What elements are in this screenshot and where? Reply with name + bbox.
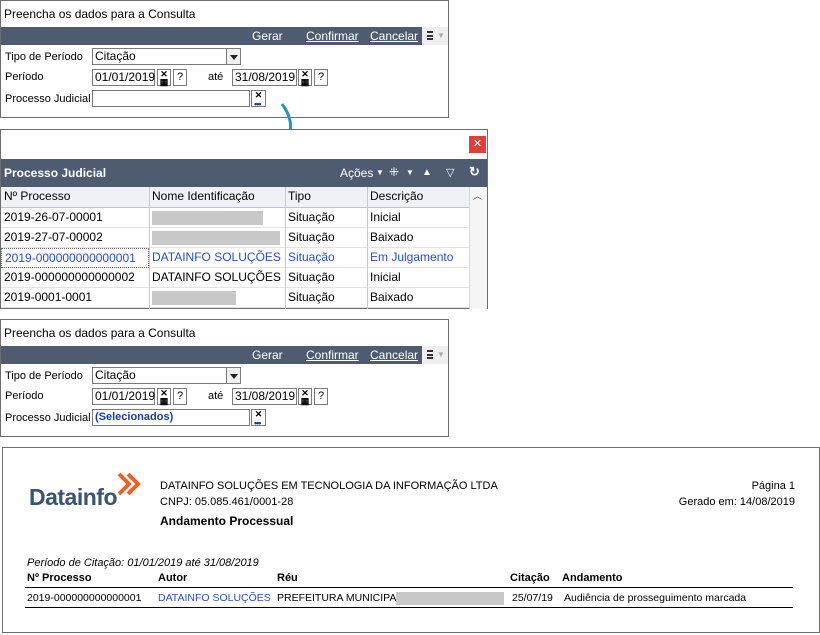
menu-icon[interactable]: ▼ (422, 346, 448, 364)
row-autor: DATAINFO SOLUÇÕES (158, 592, 271, 604)
ate-label: até (208, 71, 224, 83)
col-header-reu: Réu (277, 572, 298, 584)
report-preview: Datainfo DATAINFO SOLUÇÕES EM TECNOLOGIA… (2, 447, 820, 633)
scroll-up-icon[interactable]: ︿ (473, 189, 482, 202)
col-header-processo: Nº Processo (27, 572, 92, 584)
generated-date: Gerado em: 14/08/2019 (678, 496, 795, 508)
column-divider (149, 187, 150, 309)
column-divider (285, 187, 286, 309)
tipo-periodo-select[interactable]: Citação (92, 367, 227, 384)
lookup-icon[interactable]: ✕ ••• (251, 409, 266, 428)
header-rule (25, 587, 793, 588)
chevron-down-icon[interactable]: ▼ (376, 168, 384, 177)
clear-calendar-icon[interactable]: ✕ ▦ (298, 388, 312, 406)
date-to-input[interactable]: 31/08/2019 (232, 69, 297, 86)
processo-judicial-input[interactable] (92, 90, 250, 107)
help-button[interactable]: ? (314, 388, 328, 405)
gerar-button[interactable]: Gerar (252, 29, 283, 43)
tipo-periodo-select[interactable]: Citação (92, 48, 227, 65)
processo-judicial-input[interactable]: (Selecionados) (92, 409, 250, 426)
date-to-input[interactable]: 31/08/2019 (232, 388, 297, 405)
filter-icon[interactable]: ⁜ (389, 165, 399, 179)
cancelar-button[interactable]: Cancelar (370, 29, 418, 43)
redacted-box (152, 231, 280, 245)
periodo-label: Período (5, 390, 44, 402)
date-from-input[interactable]: 01/01/2019 (92, 69, 155, 86)
page-number: Página 1 (751, 480, 795, 492)
tipo-periodo-label: Tipo de Período (5, 51, 83, 63)
help-button[interactable]: ? (314, 69, 328, 86)
funnel-icon[interactable]: ▽ (446, 166, 454, 179)
col-header-andamento: Andamento (562, 572, 623, 584)
company-name: DATAINFO SOLUÇÕES EM TECNOLOGIA DA INFOR… (160, 480, 498, 492)
report-title: Andamento Processual (160, 514, 294, 528)
form-title: Preencha os dados para a Consulta (4, 326, 196, 340)
consulta-form-panel-2: Preencha os dados para a Consulta Gerar … (0, 319, 449, 437)
confirmar-button[interactable]: Confirmar (306, 348, 359, 362)
col-header-processo[interactable]: Nº Processo (1, 187, 149, 207)
chevron-down-icon[interactable]: ▼ (406, 168, 414, 177)
scrollbar[interactable]: ︿ (469, 187, 487, 309)
processo-judicial-label: Processo Judicial (5, 93, 91, 105)
col-header-descricao[interactable]: Descrição (367, 187, 469, 207)
help-button[interactable]: ? (173, 69, 187, 86)
datainfo-logo: Datainfo (29, 484, 118, 510)
row-rule (25, 607, 793, 608)
table-row-selected[interactable]: 2019-000000000000001 DATAINFO SOLUÇÕES S… (1, 248, 469, 268)
column-divider (367, 187, 368, 309)
redacted-box (396, 592, 504, 605)
processo-judicial-grid-panel: ✕ Processo Judicial Ações ▼ ⁜ ▼ ▲ ▽ ↻ Nº… (0, 129, 488, 309)
form-toolbar: Gerar Confirmar Cancelar ▼ (1, 346, 448, 364)
refresh-icon[interactable]: ↻ (469, 164, 480, 180)
triangle-up-icon[interactable]: ▲ (422, 167, 432, 178)
cancelar-button[interactable]: Cancelar (370, 348, 418, 362)
grid-toolbar: Processo Judicial Ações ▼ ⁜ ▼ ▲ ▽ ↻ (1, 159, 487, 187)
redacted-box (152, 291, 236, 305)
table-row[interactable]: 2019-26-07-00001 Situação Inicial (1, 208, 469, 228)
form-toolbar: Gerar Confirmar Cancelar ▼ (1, 27, 448, 45)
clear-calendar-icon[interactable]: ✕ ▦ (157, 388, 171, 406)
consulta-form-panel-1: Preencha os dados para a Consulta Gerar … (0, 0, 449, 118)
grid-title: Processo Judicial (4, 166, 107, 180)
chevron-down-icon[interactable] (226, 367, 241, 384)
help-button[interactable]: ? (173, 388, 187, 405)
table-row[interactable]: 2019-0001-0001 Situação Baixado (1, 288, 469, 308)
chevron-down-icon[interactable] (226, 48, 241, 65)
gerar-button[interactable]: Gerar (252, 348, 283, 362)
menu-icon[interactable]: ▼ (422, 27, 448, 45)
row-processo: 2019-000000000000001 (27, 592, 142, 604)
confirmar-button[interactable]: Confirmar (306, 29, 359, 43)
col-header-autor: Autor (158, 572, 188, 584)
col-header-tipo[interactable]: Tipo (285, 187, 367, 207)
logo-chevrons-icon (117, 472, 141, 496)
grid-header: Nº Processo Nome Identificação Tipo Desc… (1, 187, 469, 208)
close-icon[interactable]: ✕ (469, 136, 486, 153)
redacted-box (152, 211, 263, 225)
form-title: Preencha os dados para a Consulta (4, 7, 196, 21)
clear-calendar-icon[interactable]: ✕ ▦ (298, 69, 312, 87)
col-header-nome[interactable]: Nome Identificação (149, 187, 285, 207)
date-from-input[interactable]: 01/01/2019 (92, 388, 155, 405)
table-row[interactable]: 2019-000000000000002 DATAINFO SOLUÇÕES S… (1, 268, 469, 288)
tipo-periodo-label: Tipo de Período (5, 370, 83, 382)
acoes-menu[interactable]: Ações (340, 166, 373, 180)
ate-label: até (208, 390, 224, 402)
clear-calendar-icon[interactable]: ✕ ▦ (157, 69, 171, 87)
row-andamento: Audiência de prosseguimento marcada (564, 592, 747, 604)
col-header-citacao: Citação (510, 572, 550, 584)
row-citacao: 25/07/19 (512, 592, 553, 604)
row-reu: PREFEITURA MUNICIPAL (277, 592, 403, 604)
table-row[interactable]: 2019-27-07-00002 Situação Baixado (1, 228, 469, 248)
processo-judicial-label: Processo Judicial (5, 412, 91, 424)
periodo-label: Período (5, 71, 44, 83)
period-caption: Período de Citação: 01/01/2019 até 31/08… (27, 557, 259, 569)
cnpj: CNPJ: 05.085.461/0001-28 (160, 496, 294, 508)
